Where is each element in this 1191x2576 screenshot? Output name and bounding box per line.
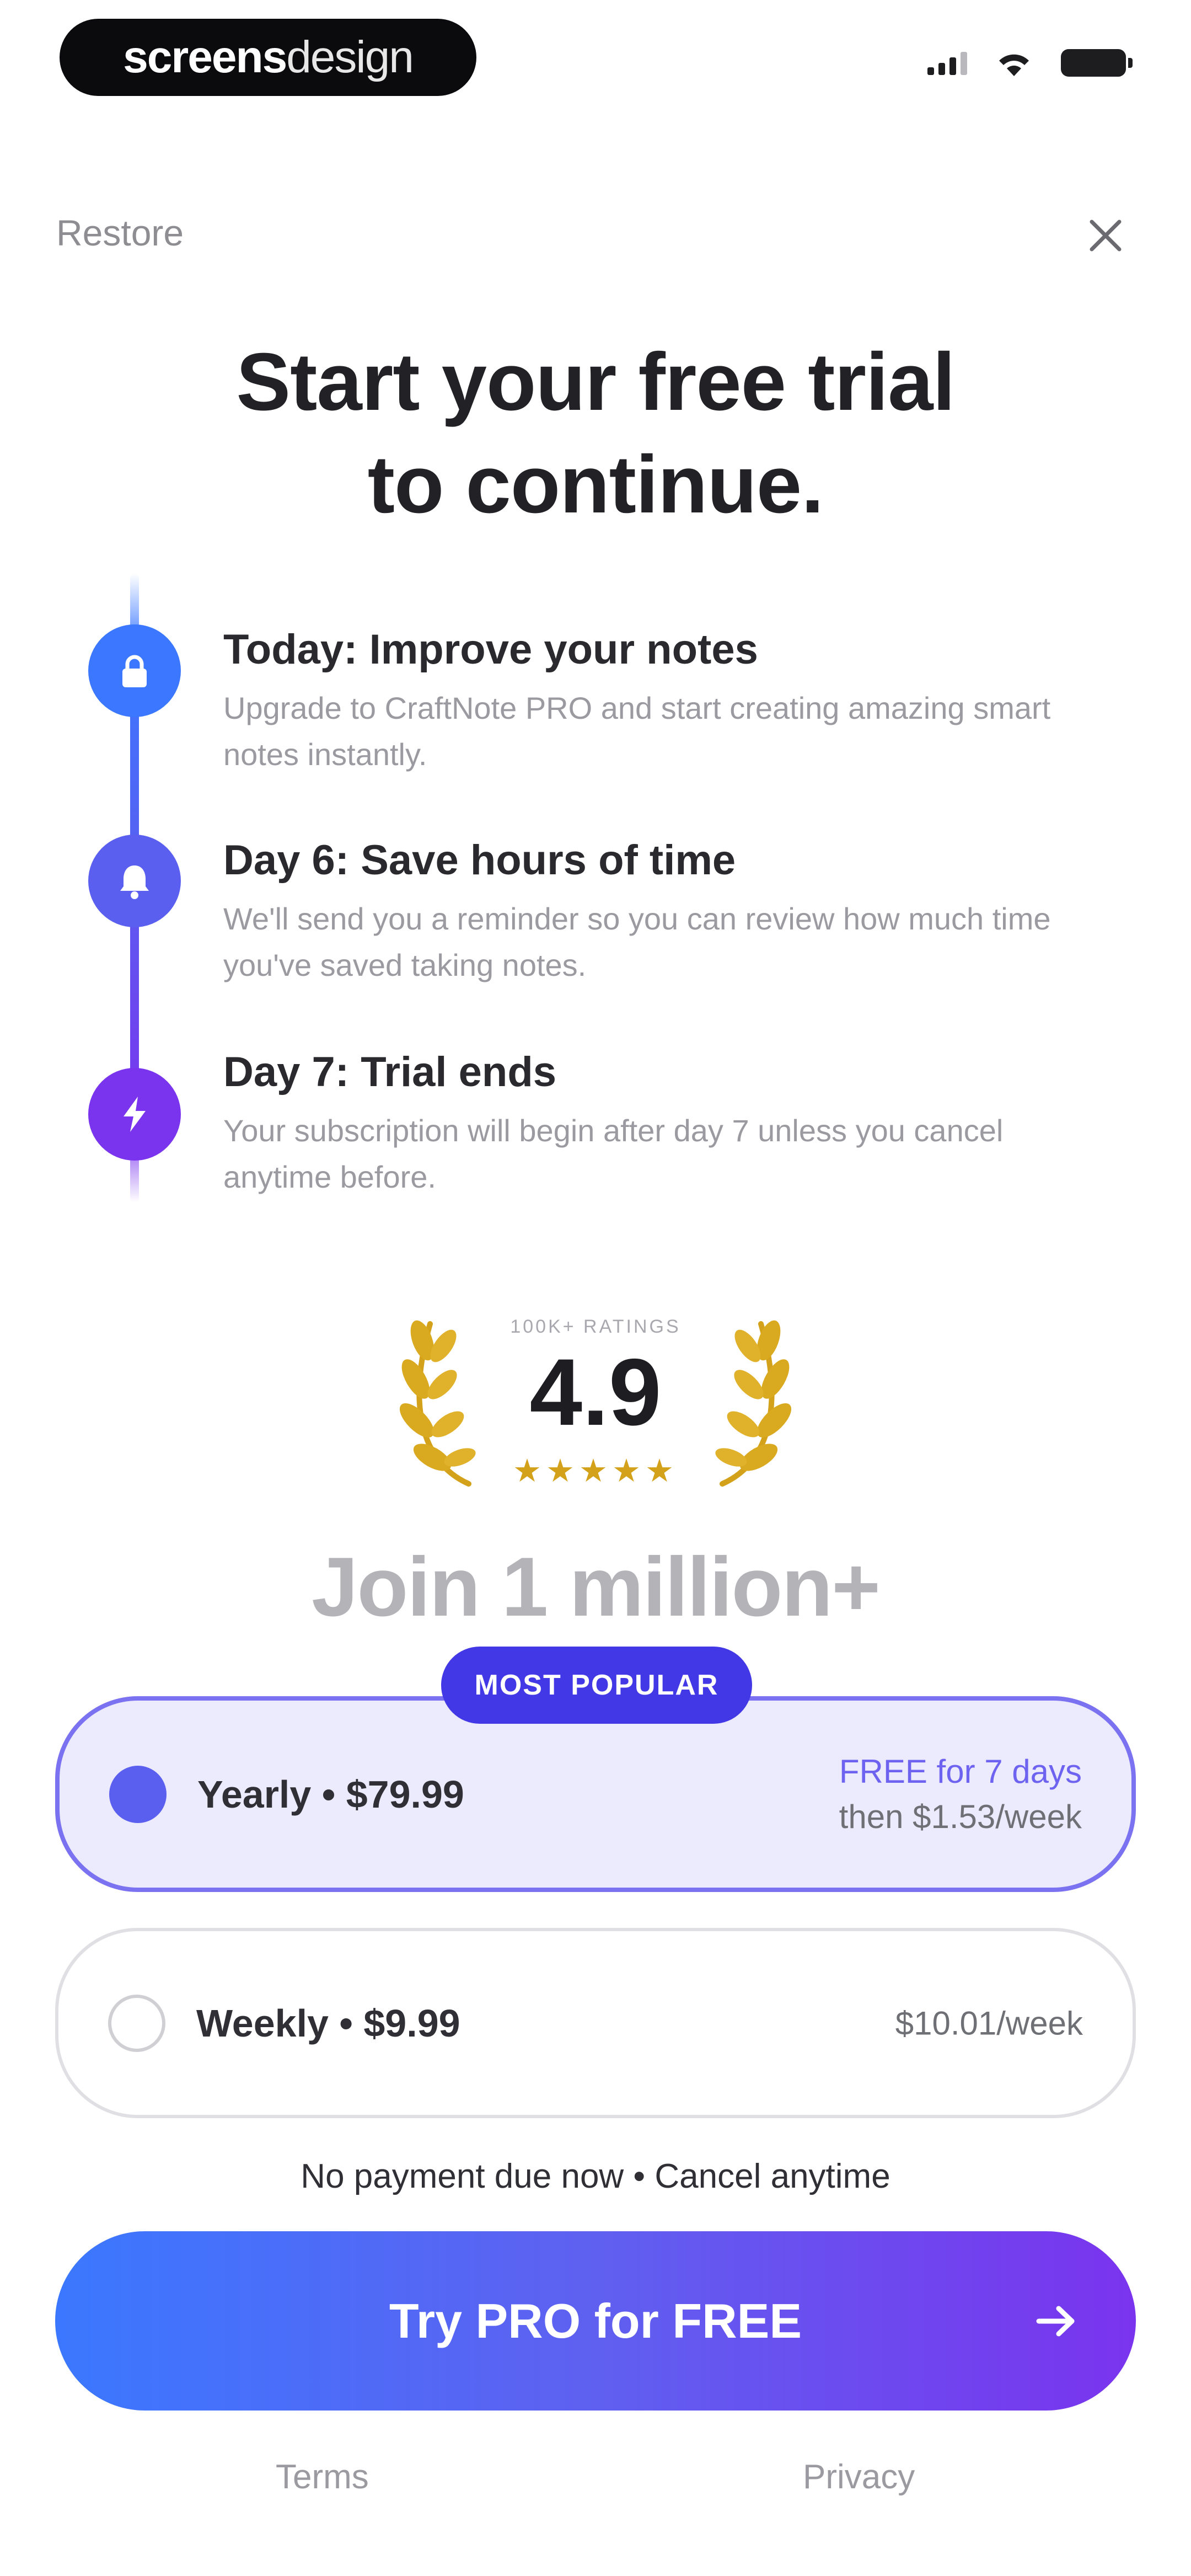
status-bar: screens design (0, 0, 1191, 121)
plan-option-yearly[interactable]: Yearly • $79.99 FREE for 7 days then $1.… (55, 1696, 1136, 1892)
arrow-right-icon (1036, 2306, 1075, 2336)
brand-logo: screens design (60, 19, 476, 96)
page-title-line1: Start your free trial (236, 336, 955, 427)
timeline-item-day7: Day 7: Trial ends Your subscription will… (223, 1046, 1083, 1200)
plan-yearly-free-text: FREE for 7 days (839, 1752, 1082, 1790)
timeline-heading: Day 6: Save hours of time (223, 837, 736, 884)
timeline-item-day6: Day 6: Save hours of time We'll send you… (223, 834, 1083, 988)
timeline-node-day7 (88, 1068, 181, 1161)
plan-weekly-pricing: $10.01/week (895, 2004, 1083, 2042)
plan-weekly-label: Weekly • $9.99 (196, 2001, 460, 2045)
radio-selected[interactable] (109, 1765, 167, 1823)
status-icons (927, 49, 1133, 77)
plan-option-weekly[interactable]: Weekly • $9.99 $10.01/week (55, 1928, 1136, 2118)
lightning-icon (124, 1097, 146, 1132)
timeline-heading: Today: Improve your notes (223, 626, 758, 673)
join-headline: Join 1 million+ (312, 1540, 881, 1634)
close-icon[interactable] (1081, 211, 1130, 260)
bell-icon (120, 865, 149, 899)
timeline-description: Your subscription will begin after day 7… (223, 1113, 1004, 1194)
timeline-item-today: Today: Improve your notes Upgrade to Cra… (223, 623, 1083, 778)
signal-icon (927, 51, 967, 75)
battery-icon (1061, 49, 1133, 77)
rating-award: 100K+ RATINGS 4.9 ★★★★★ (397, 1291, 794, 1500)
wifi-icon (999, 54, 1029, 76)
plan-weekly-price-text: $10.01/week (895, 2005, 1083, 2041)
timeline-description: Upgrade to CraftNote PRO and start creat… (223, 691, 1051, 772)
rating-value: 4.9 (529, 1339, 662, 1445)
terms-link[interactable]: Terms (276, 2457, 369, 2497)
trial-timeline: Today: Improve your notes Upgrade to Cra… (0, 574, 1191, 1214)
payment-note: No payment due now • Cancel anytime (301, 2157, 890, 2195)
plan-yearly-pricing: FREE for 7 days then $1.53/week (839, 1749, 1082, 1840)
lock-icon (122, 655, 147, 687)
rating-stars: ★★★★★ (513, 1453, 678, 1489)
timeline-description: We'll send you a reminder so you can rev… (223, 901, 1051, 982)
page-title: Start your free trial to continue. (99, 331, 1092, 536)
timeline-node-day6 (88, 835, 181, 927)
try-pro-button-label: Try PRO for FREE (389, 2293, 802, 2348)
brand-logo-bold: screens (123, 32, 287, 82)
restore-button[interactable]: Restore (56, 212, 184, 254)
brand-logo-light: design (286, 32, 414, 82)
most-popular-badge: MOST POPULAR (441, 1647, 752, 1724)
page-title-line2: to continue. (367, 439, 824, 530)
radio-unselected[interactable] (108, 1994, 165, 2052)
plan-yearly-label: Yearly • $79.99 (197, 1772, 464, 1816)
rating-caption: 100K+ RATINGS (510, 1316, 681, 1337)
plan-yearly-then-text: then $1.53/week (839, 1798, 1082, 1835)
timeline-heading: Day 7: Trial ends (223, 1049, 557, 1095)
try-pro-button[interactable]: Try PRO for FREE (55, 2231, 1136, 2411)
timeline-node-today (88, 624, 181, 717)
privacy-link[interactable]: Privacy (803, 2457, 915, 2497)
